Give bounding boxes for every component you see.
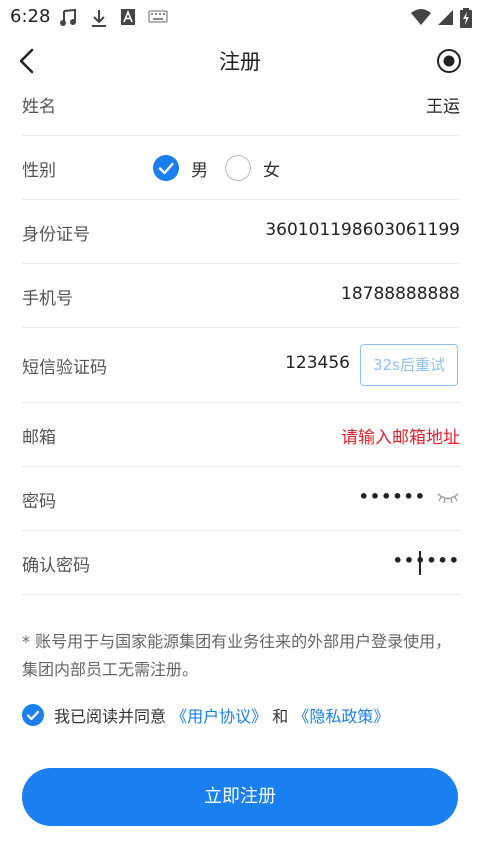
registration-note: * 账号用于与国家能源集团有业务往来的外部用户登录使用，集团内部员工无需注册。 <box>22 632 452 679</box>
name-field[interactable]: 王运 <box>426 92 460 117</box>
email-row[interactable]: 邮箱 请输入邮箱地址 <box>22 403 460 467</box>
privacy-policy-link[interactable]: 《隐私政策》 <box>293 707 389 726</box>
gender-female-label[interactable]: 女 <box>263 156 280 181</box>
password-label: 密码 <box>22 492 56 512</box>
phone-label: 手机号 <box>22 289 73 309</box>
record-icon[interactable] <box>436 48 462 74</box>
user-agreement-link[interactable]: 《用户协议》 <box>171 707 267 726</box>
confirm-password-field[interactable]: •••••• <box>393 551 460 570</box>
agreement-row: 我已阅读并同意 《用户协议》 和 《隐私政策》 <box>22 700 462 728</box>
phone-row[interactable]: 手机号 18788888888 <box>22 264 460 328</box>
eye-closed-icon[interactable] <box>436 491 460 505</box>
phone-field[interactable]: 18788888888 <box>341 284 460 304</box>
confirm-password-label: 确认密码 <box>22 556 90 576</box>
wifi-icon <box>411 9 431 25</box>
music-icon <box>60 8 76 26</box>
gender-row: 性别 男 女 <box>22 136 460 200</box>
id-number-row[interactable]: 身份证号 360101198603061199 <box>22 200 460 264</box>
keyboard-icon <box>148 10 168 23</box>
password-row: 密码 •••••• <box>22 467 460 531</box>
email-label: 邮箱 <box>22 428 56 448</box>
id-number-label: 身份证号 <box>22 225 90 245</box>
password-field[interactable]: •••••• <box>359 487 426 506</box>
agreement-checkbox[interactable] <box>22 704 44 726</box>
gender-male-radio[interactable] <box>153 155 179 181</box>
battery-icon <box>460 8 472 28</box>
confirm-password-row: 确认密码 •••••• <box>22 531 460 595</box>
check-icon <box>158 162 174 175</box>
id-number-field[interactable]: 360101198603061199 <box>265 220 460 240</box>
status-bar: 6:28 <box>0 0 480 34</box>
agreement-text: 我已阅读并同意 《用户协议》 和 《隐私政策》 <box>54 703 389 727</box>
resend-code-button[interactable]: 32s后重试 <box>360 344 458 386</box>
name-label: 姓名 <box>22 97 56 117</box>
status-time: 6:28 <box>10 6 51 27</box>
nav-bar: 注册 <box>0 34 480 90</box>
download-icon <box>92 10 106 27</box>
gender-male-label[interactable]: 男 <box>191 156 208 181</box>
agreement-prefix: 我已阅读并同意 <box>54 707 167 726</box>
name-row[interactable]: 姓名 王运 <box>22 90 460 134</box>
sms-code-label: 短信验证码 <box>22 358 107 378</box>
register-button[interactable]: 立即注册 <box>22 768 458 826</box>
signal-icon <box>438 10 453 25</box>
gender-label: 性别 <box>22 161 56 181</box>
check-icon <box>26 710 40 721</box>
sms-code-field[interactable]: 123456 <box>285 353 350 373</box>
agreement-conjunction: 和 <box>272 707 289 726</box>
page-title: 注册 <box>219 50 261 74</box>
text-cursor <box>419 551 421 575</box>
gender-female-radio[interactable] <box>225 155 251 181</box>
email-field[interactable]: 请输入邮箱地址 <box>341 423 460 448</box>
divider <box>22 594 460 595</box>
font-a-icon <box>121 9 135 25</box>
